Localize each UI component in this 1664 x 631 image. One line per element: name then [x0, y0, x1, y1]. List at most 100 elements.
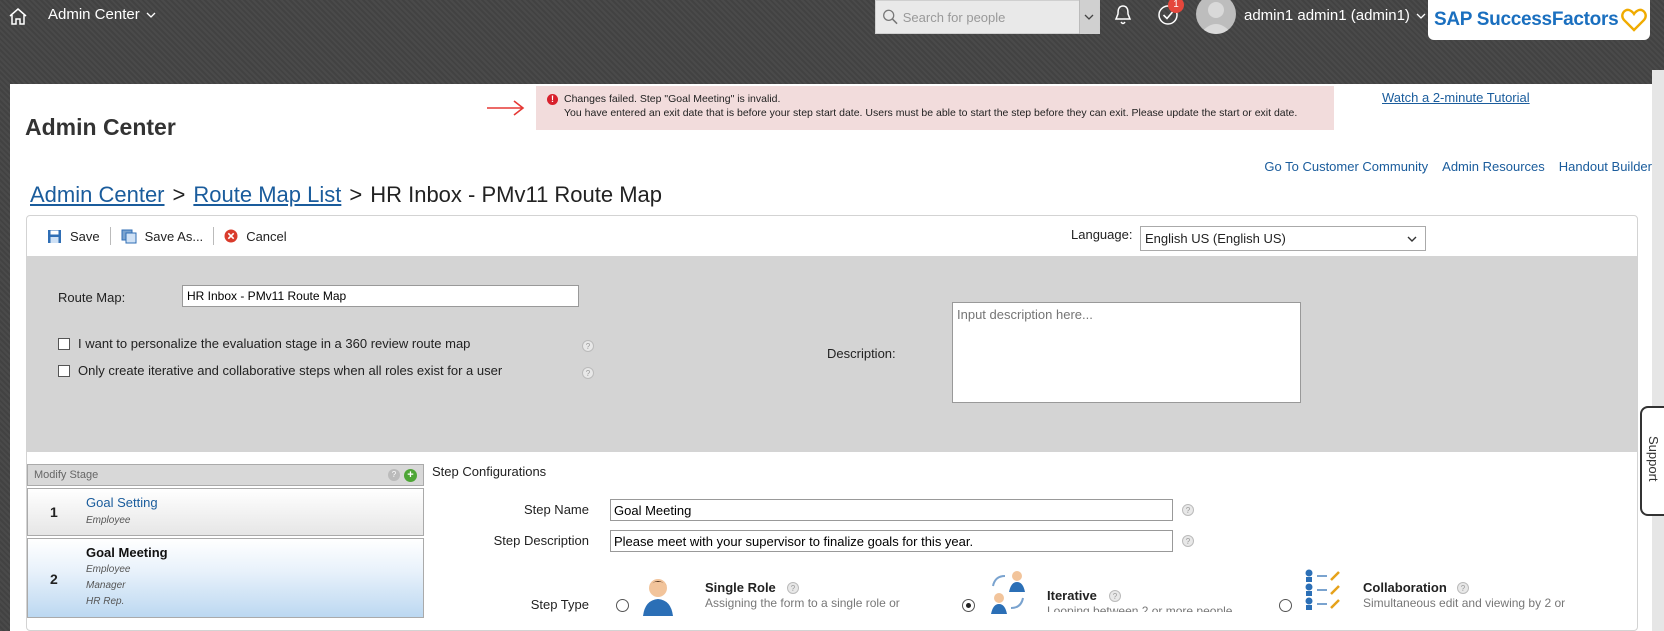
- language-value: English US (English US): [1145, 231, 1286, 246]
- language-select[interactable]: English US (English US): [1140, 226, 1426, 251]
- step-description-input[interactable]: [610, 530, 1173, 552]
- stage-roles: Employee: [86, 513, 130, 529]
- breadcrumb-current: HR Inbox - PMv11 Route Map: [370, 182, 663, 207]
- top-navigation-bar: Admin Center 1 admin1 admin1 (admin1) SA…: [0, 0, 1664, 68]
- iterative-title: Iterative: [1047, 588, 1097, 603]
- support-tab-label: Support: [1646, 436, 1661, 482]
- cancel-label: Cancel: [246, 228, 287, 244]
- admin-resources-link[interactable]: Admin Resources: [1442, 159, 1545, 174]
- sap-successfactors-logo[interactable]: SAP SuccessFactors: [1428, 0, 1650, 40]
- language-label: Language:: [1071, 227, 1133, 242]
- help-icon[interactable]: ?: [582, 340, 594, 352]
- breadcrumb-route-map-list[interactable]: Route Map List: [193, 182, 341, 208]
- iterative-collab-checkbox[interactable]: [58, 364, 70, 377]
- copy-save-icon: [121, 229, 137, 243]
- cancel-button[interactable]: Cancel: [214, 229, 296, 244]
- save-as-button[interactable]: Save As...: [111, 229, 214, 244]
- red-arrow-annotation: [487, 100, 525, 116]
- home-icon[interactable]: [8, 6, 28, 26]
- single-person-icon: [643, 579, 673, 616]
- help-icon[interactable]: ?: [582, 367, 594, 379]
- user-menu[interactable]: admin1 admin1 (admin1): [1244, 7, 1426, 24]
- stage-roles: Employee Manager HR Rep.: [86, 562, 130, 610]
- route-map-settings: Route Map: I want to personalize the eva…: [27, 256, 1637, 452]
- breadcrumb-separator: >: [172, 182, 186, 207]
- chevron-down-icon: [146, 12, 156, 18]
- customer-community-link[interactable]: Go To Customer Community: [1264, 159, 1428, 174]
- stage-role: Employee: [86, 564, 131, 575]
- description-label: Description:: [827, 346, 896, 361]
- iterative-collab-label: Only create iterative and collaborative …: [78, 363, 503, 378]
- help-icon[interactable]: ?: [1182, 535, 1194, 547]
- user-name-label: admin1 admin1 (admin1): [1244, 7, 1410, 24]
- floppy-disk-icon: [48, 229, 61, 243]
- admin-center-menu[interactable]: Admin Center: [48, 6, 156, 23]
- iterative-collab-option: Only create iterative and collaborative …: [58, 363, 502, 378]
- modify-stage-header: Modify Stage ? +: [27, 464, 424, 486]
- page-scrollbar[interactable]: [1652, 70, 1664, 631]
- collaboration-radio[interactable]: [1279, 599, 1292, 612]
- step-description-label: Step Description: [493, 533, 589, 548]
- help-icon[interactable]: ?: [787, 582, 799, 594]
- route-map-label: Route Map:: [58, 290, 126, 305]
- stage-role: HR Rep.: [86, 596, 125, 607]
- collaboration-description: Simultaneous edit and viewing by 2 or: [1363, 596, 1566, 610]
- collaboration-title: Collaboration: [1363, 580, 1447, 595]
- step-name-label: Step Name: [523, 502, 589, 517]
- handout-builder-link[interactable]: Handout Builder: [1559, 159, 1652, 174]
- search-icon: [883, 9, 898, 25]
- stage-title[interactable]: Goal Setting: [86, 495, 158, 510]
- step-name-input[interactable]: [610, 499, 1173, 521]
- editor-toolbar: Save Save As... Cancel Language: English…: [27, 216, 1637, 256]
- stage-title[interactable]: Goal Meeting: [86, 545, 168, 560]
- iterative-radio[interactable]: [962, 599, 975, 612]
- personalize-360-checkbox[interactable]: [58, 337, 70, 350]
- step-type-label: Step Type: [530, 597, 589, 612]
- admin-center-menu-label: Admin Center: [48, 6, 140, 23]
- user-silhouette-icon: [1200, 2, 1232, 34]
- iterative-description: Looping between 2 or more people: [1047, 604, 1233, 612]
- description-textarea[interactable]: [952, 302, 1301, 403]
- search-input[interactable]: [898, 1, 1079, 33]
- support-tab[interactable]: Support: [1640, 406, 1664, 516]
- stage-role: Employee: [86, 515, 131, 526]
- help-icon[interactable]: ?: [1109, 590, 1121, 602]
- stage-number: 2: [50, 571, 58, 587]
- chevron-down-icon: [1407, 236, 1417, 242]
- personalize-360-label: I want to personalize the evaluation sta…: [78, 336, 471, 351]
- stage-role: Manager: [86, 580, 126, 591]
- chevron-down-icon: [1416, 13, 1426, 19]
- modify-stage-panel: Modify Stage ? + 1 Goal Setting Employee…: [27, 464, 424, 618]
- main-content: ! Changes failed. Step "Goal Meeting" is…: [10, 84, 1652, 631]
- save-as-label: Save As...: [144, 228, 204, 244]
- breadcrumb: Admin Center > Route Map List > HR Inbox…: [30, 182, 662, 208]
- modify-stage-title: Modify Stage: [34, 469, 99, 481]
- step-config-title: Step Configurations: [432, 464, 547, 479]
- watch-tutorial-link[interactable]: Watch a 2-minute Tutorial: [1382, 90, 1530, 105]
- route-map-name-input[interactable]: [182, 285, 579, 307]
- single-role-title: Single Role: [705, 580, 776, 595]
- notification-badge: 1: [1168, 0, 1184, 13]
- iterative-people-icon: [991, 571, 1025, 614]
- single-role-radio[interactable]: [616, 599, 629, 612]
- heart-logo-icon: [1621, 8, 1648, 32]
- help-icon[interactable]: ?: [1182, 504, 1194, 516]
- cancel-icon: [224, 229, 238, 243]
- bell-icon[interactable]: [1113, 4, 1133, 26]
- add-stage-icon[interactable]: +: [404, 469, 417, 482]
- save-label: Save: [70, 228, 100, 244]
- single-role-description: Assigning the form to a single role or: [705, 596, 900, 610]
- personalize-360-option: I want to personalize the evaluation sta…: [58, 336, 470, 351]
- error-line-2: You have entered an exit date that is be…: [564, 107, 1298, 119]
- page-title: Admin Center: [25, 114, 176, 140]
- avatar[interactable]: [1196, 0, 1236, 34]
- stage-item[interactable]: 1 Goal Setting Employee: [27, 488, 424, 536]
- error-icon: !: [547, 94, 558, 105]
- breadcrumb-admin-center[interactable]: Admin Center: [30, 182, 165, 208]
- save-button[interactable]: Save: [37, 229, 110, 244]
- help-icon[interactable]: ?: [1457, 582, 1469, 594]
- chevron-down-icon: [1084, 14, 1094, 20]
- help-icon[interactable]: ?: [388, 469, 400, 481]
- stage-item-selected[interactable]: 2 Goal Meeting Employee Manager HR Rep.: [27, 538, 424, 618]
- search-options-button[interactable]: [1078, 0, 1099, 34]
